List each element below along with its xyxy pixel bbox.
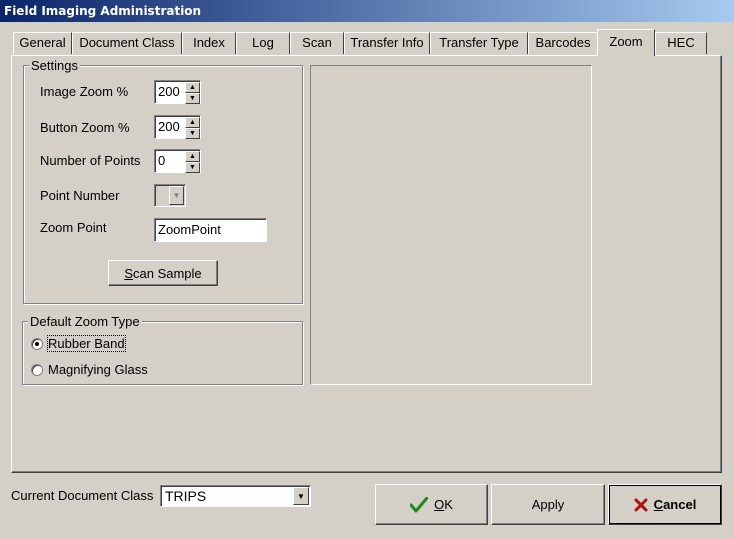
zoom-point-label: Zoom Point <box>40 220 107 235</box>
magnifying-glass-label[interactable]: Magnifying Glass <box>48 362 148 377</box>
tab-barcodes[interactable]: Barcodes <box>528 32 598 54</box>
x-icon <box>634 498 648 511</box>
checkmark-icon <box>410 496 429 512</box>
scan-sample-button[interactable]: Scan Sample <box>108 260 218 286</box>
ok-accel: O <box>434 497 445 512</box>
ok-label: K <box>444 497 453 512</box>
tab-scan[interactable]: Scan <box>290 32 344 54</box>
tab-zoom[interactable]: Zoom <box>597 29 655 56</box>
spin-down-icon[interactable]: ▼ <box>185 128 200 139</box>
apply-button[interactable]: Apply <box>491 484 605 525</box>
chevron-down-icon[interactable]: ▼ <box>293 487 309 505</box>
tab-hec[interactable]: HEC <box>655 32 707 54</box>
image-zoom-value[interactable]: 200 <box>155 81 185 103</box>
default-zoom-type-legend: Default Zoom Type <box>28 314 142 329</box>
number-of-points-label: Number of Points <box>40 153 141 168</box>
image-zoom-label: Image Zoom % <box>40 84 129 99</box>
button-zoom-spinner[interactable]: 200 ▲ ▼ <box>154 115 201 139</box>
tab-index[interactable]: Index <box>182 32 236 54</box>
tab-transfer-info[interactable]: Transfer Info <box>344 32 430 54</box>
tab-transfer-type[interactable]: Transfer Type <box>430 32 528 54</box>
cancel-label: ancel <box>663 497 697 512</box>
button-zoom-value[interactable]: 200 <box>155 116 185 138</box>
rubber-band-label[interactable]: Rubber Band <box>47 335 126 352</box>
zoom-point-value[interactable]: ZoomPoint <box>155 219 266 240</box>
current-document-class-select[interactable]: TRIPS ▼ <box>160 485 311 507</box>
apply-label: Apply <box>531 497 565 512</box>
spin-up-icon[interactable]: ▲ <box>185 117 200 128</box>
button-zoom-label: Button Zoom % <box>40 120 130 135</box>
magnifying-glass-radio[interactable] <box>31 363 43 376</box>
rubber-band-radio[interactable] <box>31 337 43 350</box>
rubber-band-option[interactable]: Rubber Band <box>31 335 126 352</box>
spin-down-icon[interactable]: ▼ <box>185 162 200 173</box>
spin-down-icon[interactable]: ▼ <box>185 93 200 104</box>
current-document-class-value[interactable]: TRIPS <box>161 486 292 506</box>
window-title: Field Imaging Administration <box>0 0 734 22</box>
settings-legend: Settings <box>29 58 80 73</box>
number-of-points-spinner[interactable]: 0 ▲ ▼ <box>154 149 201 173</box>
point-number-combo[interactable]: ▼ <box>154 184 186 207</box>
zoom-point-input[interactable]: ZoomPoint <box>154 218 267 242</box>
cancel-accel: C <box>653 497 664 512</box>
tab-document-class[interactable]: Document Class <box>72 32 182 54</box>
tab-log[interactable]: Log <box>236 32 290 54</box>
chevron-down-icon[interactable]: ▼ <box>169 186 184 205</box>
point-number-value <box>155 185 168 206</box>
image-zoom-spinner[interactable]: 200 ▲ ▼ <box>154 80 201 104</box>
spin-up-icon[interactable]: ▲ <box>185 82 200 93</box>
point-number-label: Point Number <box>40 188 120 203</box>
radio-dot <box>35 341 39 346</box>
cancel-button[interactable]: Cancel <box>608 484 722 525</box>
current-document-class-label: Current Document Class <box>11 488 154 503</box>
spin-up-icon[interactable]: ▲ <box>185 151 200 162</box>
zoom-preview-area <box>310 65 592 385</box>
ok-button[interactable]: OK <box>375 484 488 525</box>
scan-sample-accel: S <box>124 265 133 281</box>
magnifying-glass-option[interactable]: Magnifying Glass <box>31 362 148 377</box>
scan-sample-label: can Sample <box>133 265 202 281</box>
tab-general[interactable]: General <box>13 32 72 54</box>
number-of-points-value[interactable]: 0 <box>155 150 185 172</box>
